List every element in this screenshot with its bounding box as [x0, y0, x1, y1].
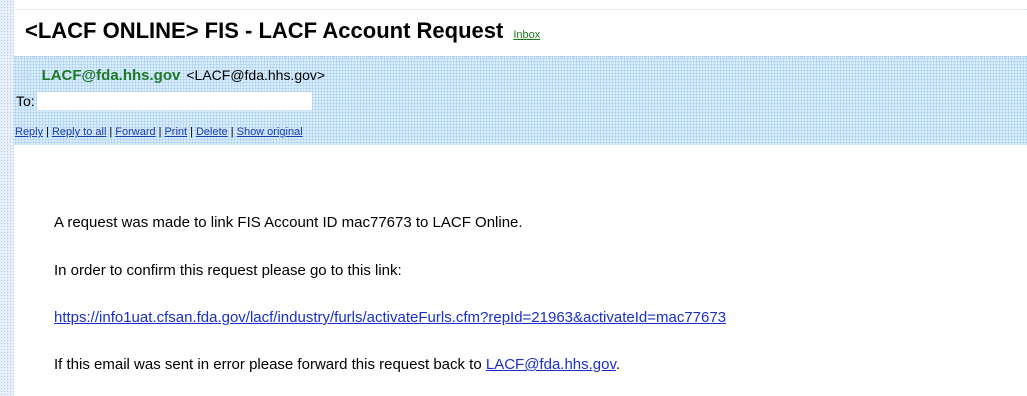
activation-link-row: https://info1uat.cfsan.fda.gov/lacf/indu…: [54, 309, 726, 326]
body-line-request: A request was made to link FIS Account I…: [54, 214, 523, 231]
message-actions: Reply | Reply to all | Forward | Print | Delete |…: [15, 126, 303, 140]
star-icon[interactable]: ☆: [20, 68, 33, 82]
body-line-confirm: In order to confirm this request please …: [54, 262, 402, 279]
separator: |: [190, 126, 193, 138]
separator: |: [46, 126, 49, 138]
error-text-period: .: [615, 356, 621, 373]
separator: |: [158, 126, 162, 138]
reply-link[interactable]: Reply: [15, 126, 43, 138]
separator: |: [230, 126, 234, 138]
sender-email: <LACF@fda.hhs.gov>: [186, 67, 326, 83]
top-dotted-border: [14, 0, 1027, 10]
show-original-link[interactable]: Show original: [237, 126, 303, 138]
body-line-error: If this email was sent in error please f…: [54, 356, 620, 373]
delete-link[interactable]: Delete: [196, 126, 228, 138]
subject-row: <LACF ONLINE> FIS - LACF Account Request…: [25, 18, 540, 48]
forward-link[interactable]: Forward: [115, 126, 155, 138]
sender-name[interactable]: LACF@fda.hhs.gov: [42, 67, 181, 84]
to-recipient-redacted: [36, 92, 312, 110]
email-subject: <LACF ONLINE> FIS - LACF Account Request: [25, 18, 504, 43]
left-dotted-border: [0, 0, 14, 396]
error-text: If this email was sent in error please f…: [54, 356, 486, 373]
from-row: ☆ LACF@fda.hhs.gov <LACF@fda.hhs.gov>: [20, 66, 325, 84]
separator: |: [109, 126, 113, 138]
inbox-label-link[interactable]: Inbox: [513, 29, 540, 41]
reply-to-all-link[interactable]: Reply to all: [52, 126, 106, 138]
print-link[interactable]: Print: [164, 126, 187, 138]
to-row: To:: [14, 91, 312, 111]
activation-link[interactable]: https://info1uat.cfsan.fda.gov/lacf/indu…: [54, 309, 726, 326]
lacf-email-link[interactable]: LACF@fda.hhs.gov: [486, 356, 616, 373]
to-label: To:: [16, 93, 35, 109]
